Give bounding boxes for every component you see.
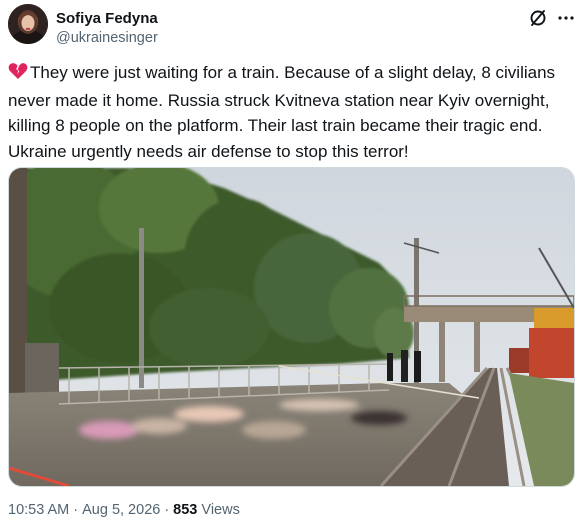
tweet-meta: 10:53 AM · Aug 5, 2026 · 853 Views [8,502,240,518]
tweet-card: Sofiya Fedyna @ukrainesinger They were j… [0,0,585,528]
broken-heart-icon [8,62,28,88]
author-handle[interactable]: @ukrainesinger [56,30,158,46]
avatar[interactable] [8,4,48,44]
more-dots-icon[interactable] [556,8,576,28]
tweet-date[interactable]: Aug 5, 2026 [82,502,160,518]
author-name[interactable]: Sofiya Fedyna [56,10,158,27]
meta-separator: · [73,502,79,518]
views-label: Views [201,502,240,518]
meta-separator: · [164,502,170,518]
tweet-photo-image [9,168,574,486]
tweet-header: Sofiya Fedyna @ukrainesinger [8,4,576,48]
views-count: 853 [173,502,198,518]
grok-slash-icon[interactable] [528,8,548,28]
tweet-photo[interactable] [8,167,575,487]
avatar-image [8,4,48,44]
tweet-body: They were just waiting for a train. Beca… [8,63,556,161]
tweet-time[interactable]: 10:53 AM [8,502,69,518]
tweet-text: They were just waiting for a train. Beca… [8,60,578,164]
